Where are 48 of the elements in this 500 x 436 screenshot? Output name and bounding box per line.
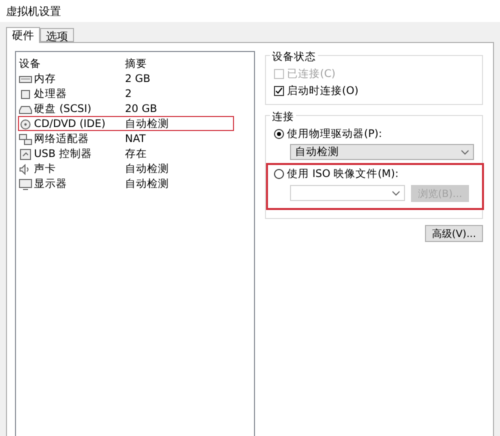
radio-label: 使用 ISO 映像文件(M):	[287, 167, 398, 181]
checkbox-label: 启动时连接(O)	[287, 84, 358, 98]
advanced-button[interactable]: 高级(V)...	[424, 225, 483, 242]
device-row[interactable]: 处理器 2	[18, 86, 252, 101]
device-row[interactable]: 内存 2 GB	[18, 71, 252, 86]
device-summary: 自动检测	[125, 177, 170, 191]
device-summary: 2	[125, 88, 133, 100]
window-title: 虚拟机设置	[0, 0, 500, 22]
device-name: CD/DVD (IDE)	[34, 118, 106, 130]
device-name: 处理器	[34, 87, 67, 101]
column-header[interactable]: 设备	[19, 57, 125, 71]
chip-icon	[19, 88, 32, 100]
memory-icon	[19, 74, 32, 84]
device-summary: 2 GB	[125, 73, 152, 85]
column-header[interactable]: 摘要	[125, 57, 251, 71]
usb-icon	[19, 148, 32, 160]
device-name: 网络适配器	[34, 132, 89, 146]
caret-icon	[392, 190, 400, 196]
tab[interactable]: 硬件	[6, 27, 40, 43]
device-name: USB 控制器	[34, 147, 92, 161]
device-row[interactable]: 声卡 自动检测	[18, 161, 252, 176]
device-row[interactable]: USB 控制器 存在	[18, 146, 252, 161]
device-row[interactable]: CD/DVD (IDE) 自动检测	[18, 116, 234, 131]
device-summary: 自动检测	[125, 117, 170, 131]
device-row[interactable]: 硬盘 (SCSI) 20 GB	[18, 101, 252, 116]
device-name: 硬盘 (SCSI)	[34, 102, 92, 116]
disc-icon	[19, 118, 32, 130]
radio-button[interactable]	[274, 129, 284, 139]
device-name: 显示器	[34, 177, 67, 191]
drive-dropdown[interactable]: 自动检测	[290, 144, 474, 160]
device-name: 声卡	[34, 162, 56, 176]
device-summary: NAT	[125, 133, 147, 145]
device-summary: 20 GB	[125, 103, 158, 115]
device-name: 内存	[34, 72, 56, 86]
device-summary: 存在	[125, 147, 148, 161]
tab[interactable]: 选项	[40, 28, 74, 42]
radio-button[interactable]	[274, 169, 284, 179]
radio-label: 使用物理驱动器(P):	[287, 127, 382, 141]
checkbox-label: 已连接(C)	[287, 67, 336, 81]
monitor-icon	[19, 178, 32, 190]
checkbox[interactable]	[274, 86, 284, 96]
caret-icon	[461, 150, 469, 154]
group-title: 连接	[270, 110, 296, 124]
device-summary: 自动检测	[125, 162, 170, 176]
network-icon	[19, 134, 32, 144]
device-row[interactable]: 显示器 自动检测	[18, 176, 252, 191]
group-title: 设备状态	[270, 50, 318, 64]
device-row[interactable]: 网络适配器 NAT	[18, 131, 252, 146]
